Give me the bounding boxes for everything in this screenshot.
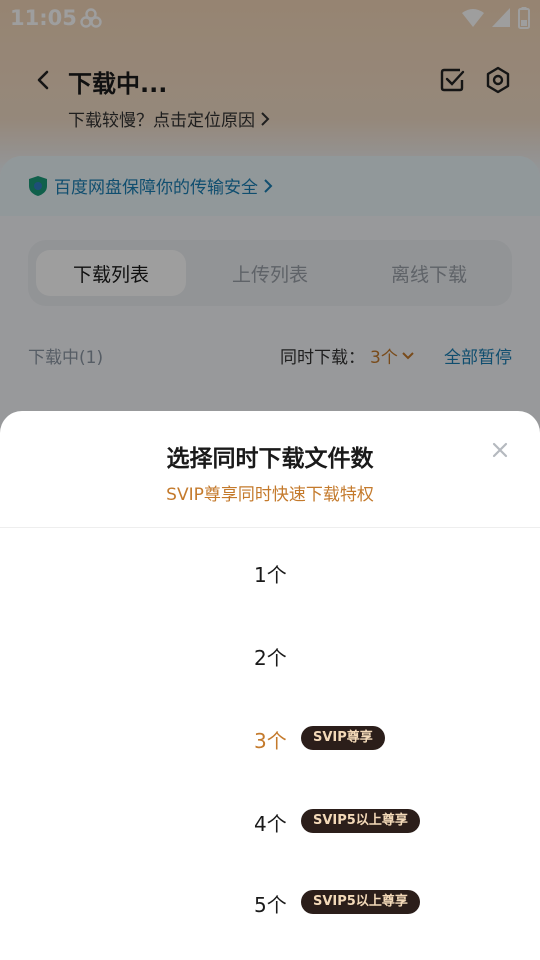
sheet-title: 选择同时下载文件数 — [166, 446, 374, 472]
option-4[interactable]: 4个 SVIP5以上尊享 — [0, 796, 540, 846]
concurrency-sheet: 选择同时下载文件数 SVIP尊享同时快速下载特权 1个 2个 3个 SVIP尊享… — [0, 411, 540, 960]
option-label: 5个 — [254, 893, 287, 917]
option-label: 1个 — [254, 563, 287, 587]
close-icon[interactable] — [489, 439, 511, 461]
svip5-badge: SVIP5以上尊享 — [301, 890, 420, 914]
option-label: 4个 — [254, 812, 287, 836]
option-label: 2个 — [254, 646, 287, 670]
svip5-badge: SVIP5以上尊享 — [301, 809, 420, 833]
sheet-subtitle: SVIP尊享同时快速下载特权 — [166, 485, 374, 505]
option-3[interactable]: 3个 SVIP尊享 — [0, 713, 540, 763]
option-2[interactable]: 2个 — [0, 630, 540, 680]
option-5[interactable]: 5个 SVIP5以上尊享 — [0, 877, 540, 927]
option-1[interactable]: 1个 — [0, 547, 540, 597]
sheet-divider — [0, 527, 540, 528]
svip-badge: SVIP尊享 — [301, 726, 385, 750]
option-label: 3个 — [254, 729, 287, 753]
